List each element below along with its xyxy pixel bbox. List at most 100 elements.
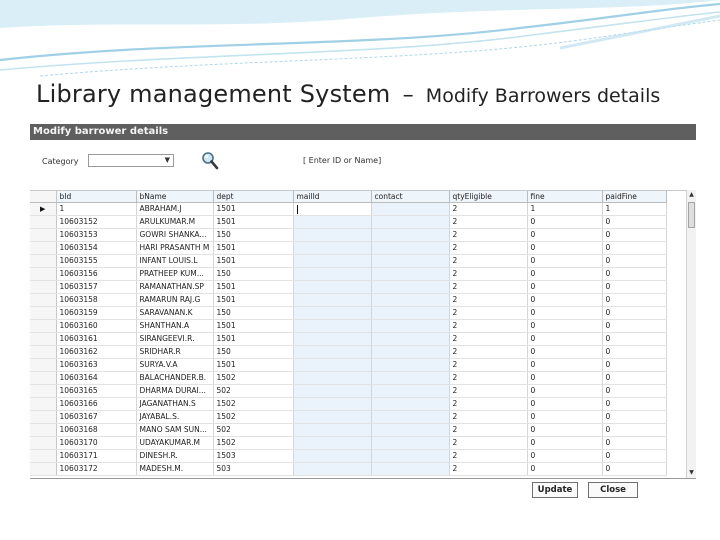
magnifier-icon[interactable]	[200, 151, 220, 171]
cell-contact[interactable]	[371, 319, 450, 333]
cell-mailid[interactable]	[293, 397, 372, 411]
cell-fine[interactable]: 0	[527, 449, 603, 463]
cell-paid-fine[interactable]: 0	[602, 228, 667, 242]
cell-qty-eligible[interactable]: 2	[449, 449, 528, 463]
table-row[interactable]: ▶ 1 ABRAHAM.J 1501 2 1 1	[30, 202, 667, 216]
cell-qty-eligible[interactable]: 2	[449, 319, 528, 333]
cell-bname[interactable]: JAYABAL.S.	[136, 410, 214, 424]
cell-mailid[interactable]	[293, 410, 372, 424]
scroll-up-icon[interactable]: ▲	[687, 190, 696, 200]
cell-paid-fine[interactable]: 0	[602, 371, 667, 385]
cell-qty-eligible[interactable]: 2	[449, 397, 528, 411]
table-row[interactable]: 10603167 JAYABAL.S. 1502 2 0 0	[30, 410, 667, 424]
cell-fine[interactable]: 0	[527, 267, 603, 281]
row-selector[interactable]	[30, 215, 57, 229]
cell-mailid[interactable]	[293, 449, 372, 463]
vertical-scrollbar[interactable]: ▲ ▼	[686, 190, 696, 478]
cell-contact[interactable]	[371, 202, 450, 216]
cell-contact[interactable]	[371, 384, 450, 398]
cell-bname[interactable]: RAMANATHAN.SP	[136, 280, 214, 294]
cell-mailid[interactable]	[293, 293, 372, 307]
cell-qty-eligible[interactable]: 2	[449, 215, 528, 229]
cell-contact[interactable]	[371, 397, 450, 411]
cell-paid-fine[interactable]: 0	[602, 423, 667, 437]
cell-paid-fine[interactable]: 0	[602, 397, 667, 411]
table-row[interactable]: 10603165 DHARMA DURAI... 502 2 0 0	[30, 384, 667, 398]
cell-paid-fine[interactable]: 1	[602, 202, 667, 216]
scroll-down-icon[interactable]: ▼	[687, 468, 696, 478]
cell-mailid[interactable]	[293, 462, 372, 476]
cell-dept[interactable]: 1502	[213, 397, 294, 411]
cell-bid[interactable]: 10603159	[56, 306, 137, 320]
cell-contact[interactable]	[371, 449, 450, 463]
cell-dept[interactable]: 1501	[213, 254, 294, 268]
cell-contact[interactable]	[371, 345, 450, 359]
cell-fine[interactable]: 0	[527, 306, 603, 320]
row-selector[interactable]	[30, 410, 57, 424]
cell-dept[interactable]: 1503	[213, 449, 294, 463]
cell-bid[interactable]: 10603154	[56, 241, 137, 255]
cell-bid[interactable]: 10603165	[56, 384, 137, 398]
cell-fine[interactable]: 0	[527, 228, 603, 242]
cell-dept[interactable]: 150	[213, 306, 294, 320]
cell-bname[interactable]: MADESH.M.	[136, 462, 214, 476]
cell-dept[interactable]: 1501	[213, 280, 294, 294]
row-selector[interactable]	[30, 449, 57, 463]
cell-paid-fine[interactable]: 0	[602, 280, 667, 294]
cell-qty-eligible[interactable]: 2	[449, 358, 528, 372]
cell-contact[interactable]	[371, 280, 450, 294]
cell-bname[interactable]: DINESH.R.	[136, 449, 214, 463]
cell-bname[interactable]: MANO SAM SUN...	[136, 423, 214, 437]
cell-bname[interactable]: UDAYAKUMAR.M	[136, 436, 214, 450]
table-row[interactable]: 10603158 RAMARUN RAJ.G 1501 2 0 0	[30, 293, 667, 307]
cell-paid-fine[interactable]: 0	[602, 462, 667, 476]
cell-paid-fine[interactable]: 0	[602, 319, 667, 333]
cell-bid[interactable]: 10603164	[56, 371, 137, 385]
cell-contact[interactable]	[371, 241, 450, 255]
cell-qty-eligible[interactable]: 2	[449, 345, 528, 359]
cell-paid-fine[interactable]: 0	[602, 254, 667, 268]
cell-paid-fine[interactable]: 0	[602, 332, 667, 346]
cell-qty-eligible[interactable]: 2	[449, 228, 528, 242]
column-header-paid-fine[interactable]: paidFine	[602, 191, 667, 203]
row-selector[interactable]	[30, 423, 57, 437]
cell-dept[interactable]: 502	[213, 423, 294, 437]
table-row[interactable]: 10603155 INFANT LOUIS.L 1501 2 0 0	[30, 254, 667, 268]
cell-bid[interactable]: 10603167	[56, 410, 137, 424]
row-selector[interactable]	[30, 371, 57, 385]
cell-bid[interactable]: 10603168	[56, 423, 137, 437]
column-header-dept[interactable]: dept	[213, 191, 294, 203]
chevron-down-icon[interactable]: ▼	[165, 156, 170, 165]
cell-dept[interactable]: 1502	[213, 436, 294, 450]
cell-mailid[interactable]	[293, 436, 372, 450]
column-header-fine[interactable]: fine	[527, 191, 603, 203]
cell-bname[interactable]: ABRAHAM.J	[136, 202, 214, 216]
cell-fine[interactable]: 0	[527, 241, 603, 255]
row-selector[interactable]	[30, 332, 57, 346]
cell-bname[interactable]: ARULKUMAR.M	[136, 215, 214, 229]
update-button[interactable]: Update	[532, 482, 578, 498]
row-selector[interactable]	[30, 293, 57, 307]
cell-bid[interactable]: 10603162	[56, 345, 137, 359]
table-row[interactable]: 10603170 UDAYAKUMAR.M 1502 2 0 0	[30, 436, 667, 450]
cell-bid[interactable]: 10603152	[56, 215, 137, 229]
cell-bid[interactable]: 1	[56, 202, 137, 216]
row-selector[interactable]	[30, 228, 57, 242]
cell-contact[interactable]	[371, 215, 450, 229]
cell-mailid[interactable]	[293, 423, 372, 437]
cell-mailid[interactable]	[293, 228, 372, 242]
cell-fine[interactable]: 0	[527, 384, 603, 398]
cell-fine[interactable]: 0	[527, 215, 603, 229]
column-header-qty-eligible[interactable]: qtyEligible	[449, 191, 528, 203]
cell-mailid[interactable]	[293, 202, 372, 216]
cell-bid[interactable]: 10603157	[56, 280, 137, 294]
table-row[interactable]: 10603159 SARAVANAN.K 150 2 0 0	[30, 306, 667, 320]
row-selector[interactable]	[30, 462, 57, 476]
table-row[interactable]: 10603172 MADESH.M. 503 2 0 0	[30, 462, 667, 476]
cell-bid[interactable]: 10603166	[56, 397, 137, 411]
cell-mailid[interactable]	[293, 280, 372, 294]
row-selector[interactable]	[30, 358, 57, 372]
cell-dept[interactable]: 150	[213, 267, 294, 281]
cell-mailid[interactable]	[293, 254, 372, 268]
cell-qty-eligible[interactable]: 2	[449, 202, 528, 216]
